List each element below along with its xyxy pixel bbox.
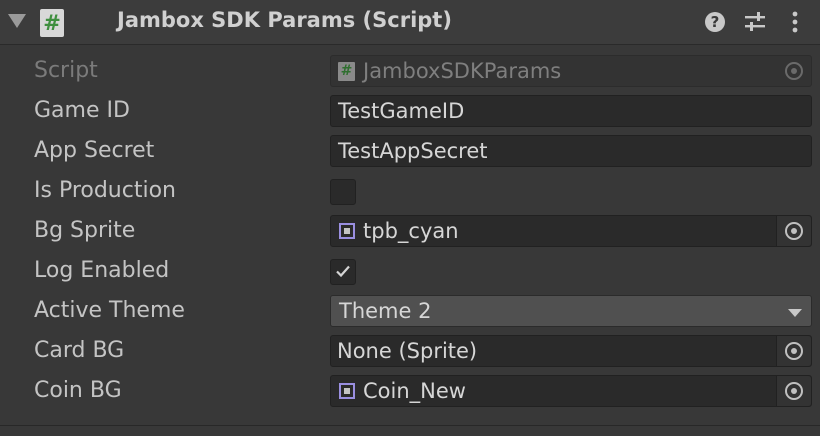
component-divider bbox=[0, 425, 820, 426]
log-enabled-label: Log Enabled bbox=[34, 258, 170, 283]
app-secret-value: TestAppSecret bbox=[338, 139, 488, 163]
coin-bg-label: Coin BG bbox=[34, 378, 122, 403]
card-bg-label: Card BG bbox=[34, 338, 125, 363]
script-label: Script bbox=[34, 58, 98, 83]
bg-sprite-row: Bg Sprite tpb_cyan bbox=[0, 211, 820, 251]
component-header[interactable]: # Jambox SDK Params (Script) ? bbox=[0, 0, 820, 45]
active-theme-value: Theme 2 bbox=[339, 299, 432, 323]
object-picker-icon bbox=[785, 342, 803, 360]
object-picker-icon bbox=[785, 382, 803, 400]
coin-bg-picker-button[interactable] bbox=[776, 376, 811, 406]
chevron-down-icon bbox=[788, 309, 802, 317]
card-bg-value: None (Sprite) bbox=[337, 339, 478, 363]
script-field: # JamboxSDKParams bbox=[330, 55, 812, 87]
is-production-row: Is Production bbox=[0, 171, 820, 211]
sprite-icon bbox=[339, 383, 355, 399]
help-icon[interactable]: ? bbox=[705, 12, 725, 32]
script-value: JamboxSDKParams bbox=[363, 59, 562, 83]
game-id-label: Game ID bbox=[34, 98, 130, 123]
object-picker-icon bbox=[785, 222, 803, 240]
checkmark-icon bbox=[336, 265, 350, 278]
app-secret-input[interactable]: TestAppSecret bbox=[330, 135, 812, 167]
bg-sprite-field[interactable]: tpb_cyan bbox=[330, 215, 812, 247]
card-bg-picker-button[interactable] bbox=[776, 336, 811, 366]
bg-sprite-value: tpb_cyan bbox=[363, 219, 459, 243]
is-production-checkbox[interactable] bbox=[330, 179, 356, 205]
coin-bg-value: Coin_New bbox=[363, 379, 466, 403]
game-id-value: TestGameID bbox=[338, 99, 465, 123]
script-icon: # bbox=[40, 9, 64, 37]
script-file-icon: # bbox=[338, 62, 355, 81]
script-picker-button bbox=[777, 56, 811, 86]
card-bg-field[interactable]: None (Sprite) bbox=[330, 335, 812, 367]
app-secret-label: App Secret bbox=[34, 138, 155, 163]
active-theme-label: Active Theme bbox=[34, 298, 185, 323]
game-id-row: Game ID TestGameID bbox=[0, 91, 820, 131]
coin-bg-field[interactable]: Coin_New bbox=[330, 375, 812, 407]
active-theme-dropdown[interactable]: Theme 2 bbox=[330, 295, 812, 327]
card-bg-row: Card BG None (Sprite) bbox=[0, 331, 820, 371]
script-row: Script # JamboxSDKParams bbox=[0, 51, 820, 91]
kebab-menu-icon[interactable] bbox=[788, 10, 802, 34]
app-secret-row: App Secret TestAppSecret bbox=[0, 131, 820, 171]
is-production-label: Is Production bbox=[34, 178, 176, 203]
log-enabled-checkbox[interactable] bbox=[330, 259, 356, 285]
bg-sprite-picker-button[interactable] bbox=[776, 216, 811, 246]
active-theme-row: Active Theme Theme 2 bbox=[0, 291, 820, 331]
presets-sliders-icon[interactable] bbox=[744, 11, 766, 33]
coin-bg-row: Coin BG Coin_New bbox=[0, 371, 820, 411]
bg-sprite-label: Bg Sprite bbox=[34, 218, 136, 243]
log-enabled-row: Log Enabled bbox=[0, 251, 820, 291]
foldout-triangle-icon[interactable] bbox=[8, 14, 26, 28]
game-id-input[interactable]: TestGameID bbox=[330, 95, 812, 127]
object-picker-icon bbox=[785, 62, 803, 80]
sprite-icon bbox=[339, 223, 355, 239]
component-title: Jambox SDK Params (Script) bbox=[117, 8, 452, 32]
